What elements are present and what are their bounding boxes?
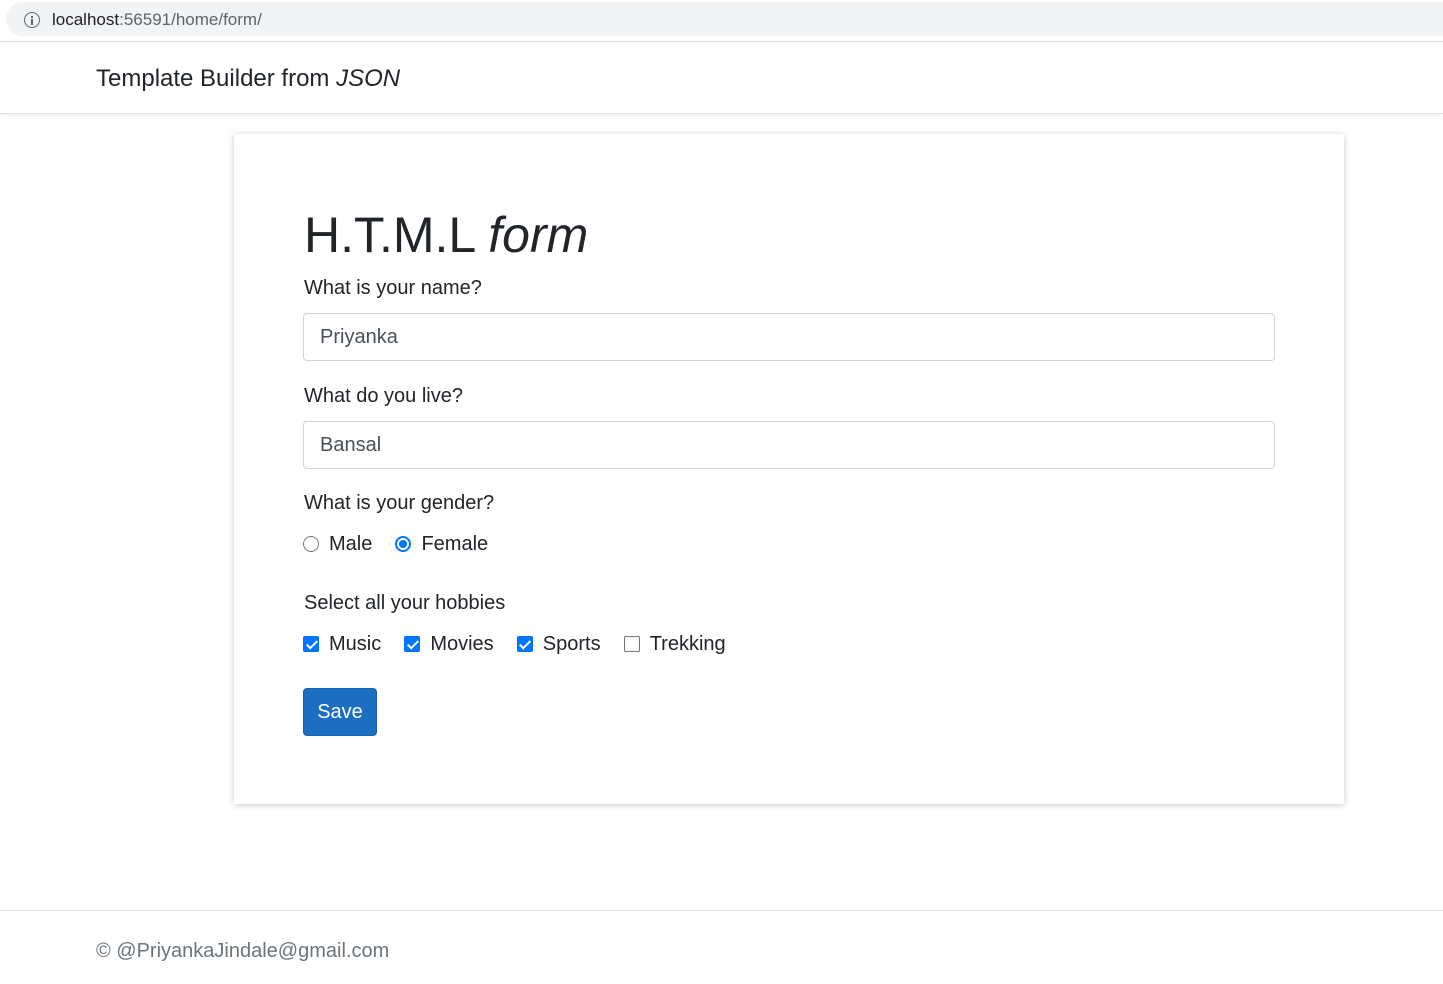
live-input[interactable] [303, 421, 1275, 469]
male-radio[interactable] [303, 536, 319, 552]
trekking-label: Trekking [649, 632, 726, 655]
movies-checkbox[interactable] [404, 636, 421, 652]
hobbies-label: Select all your hobbies [304, 592, 506, 614]
url-path: :56591/home/form/ [119, 10, 262, 29]
url-text[interactable]: localhost:56591/home/form/ [52, 10, 262, 30]
browser-address-bar: localhost:56591/home/form/ [0, 0, 1443, 42]
trekking-checkbox[interactable] [623, 636, 640, 652]
url-field[interactable]: localhost:56591/home/form/ [6, 2, 1443, 36]
female-label: Female [421, 532, 489, 555]
hobby-option-sports[interactable]: Sports [516, 630, 601, 658]
hobby-option-movies[interactable]: Movies [404, 630, 494, 658]
footer: © @PriyankaJindale@gmail.com [0, 910, 1443, 984]
live-label: What do you live? [304, 385, 463, 407]
info-icon[interactable] [24, 12, 40, 28]
gender-label: What is your gender? [304, 492, 495, 514]
url-host: localhost [52, 10, 120, 29]
name-input[interactable] [303, 313, 1275, 361]
navbar: Template Builder from JSON [0, 43, 1443, 114]
female-radio[interactable] [395, 536, 412, 552]
hobby-option-music[interactable]: Music [303, 630, 381, 658]
navbar-brand[interactable]: Template Builder from JSON [96, 64, 400, 94]
name-label: What is your name? [304, 277, 482, 299]
hobbies-options: Music Movies Sports Trekking [303, 630, 744, 658]
title-text: H.T.M.L [304, 207, 489, 263]
brand-text: Template Builder from [96, 65, 337, 92]
sports-checkbox[interactable] [516, 636, 533, 652]
sports-label: Sports [542, 632, 601, 655]
gender-option-male[interactable]: Male [303, 530, 372, 558]
music-checkbox[interactable] [303, 636, 319, 652]
footer-copyright: © @PriyankaJindale@gmail.com [96, 940, 390, 962]
hobby-option-trekking[interactable]: Trekking [623, 630, 726, 658]
page-title: H.T.M.L form [304, 204, 588, 266]
title-emphasis: form [488, 207, 589, 263]
male-label: Male [329, 532, 373, 555]
brand-emphasis: JSON [336, 65, 401, 92]
movies-label: Movies [430, 632, 494, 655]
save-button[interactable]: Save [303, 688, 377, 736]
gender-option-female[interactable]: Female [395, 530, 488, 558]
gender-options: Male Female [303, 530, 506, 558]
music-label: Music [329, 632, 382, 655]
form-card: H.T.M.L form What is your name? What do … [234, 134, 1344, 804]
